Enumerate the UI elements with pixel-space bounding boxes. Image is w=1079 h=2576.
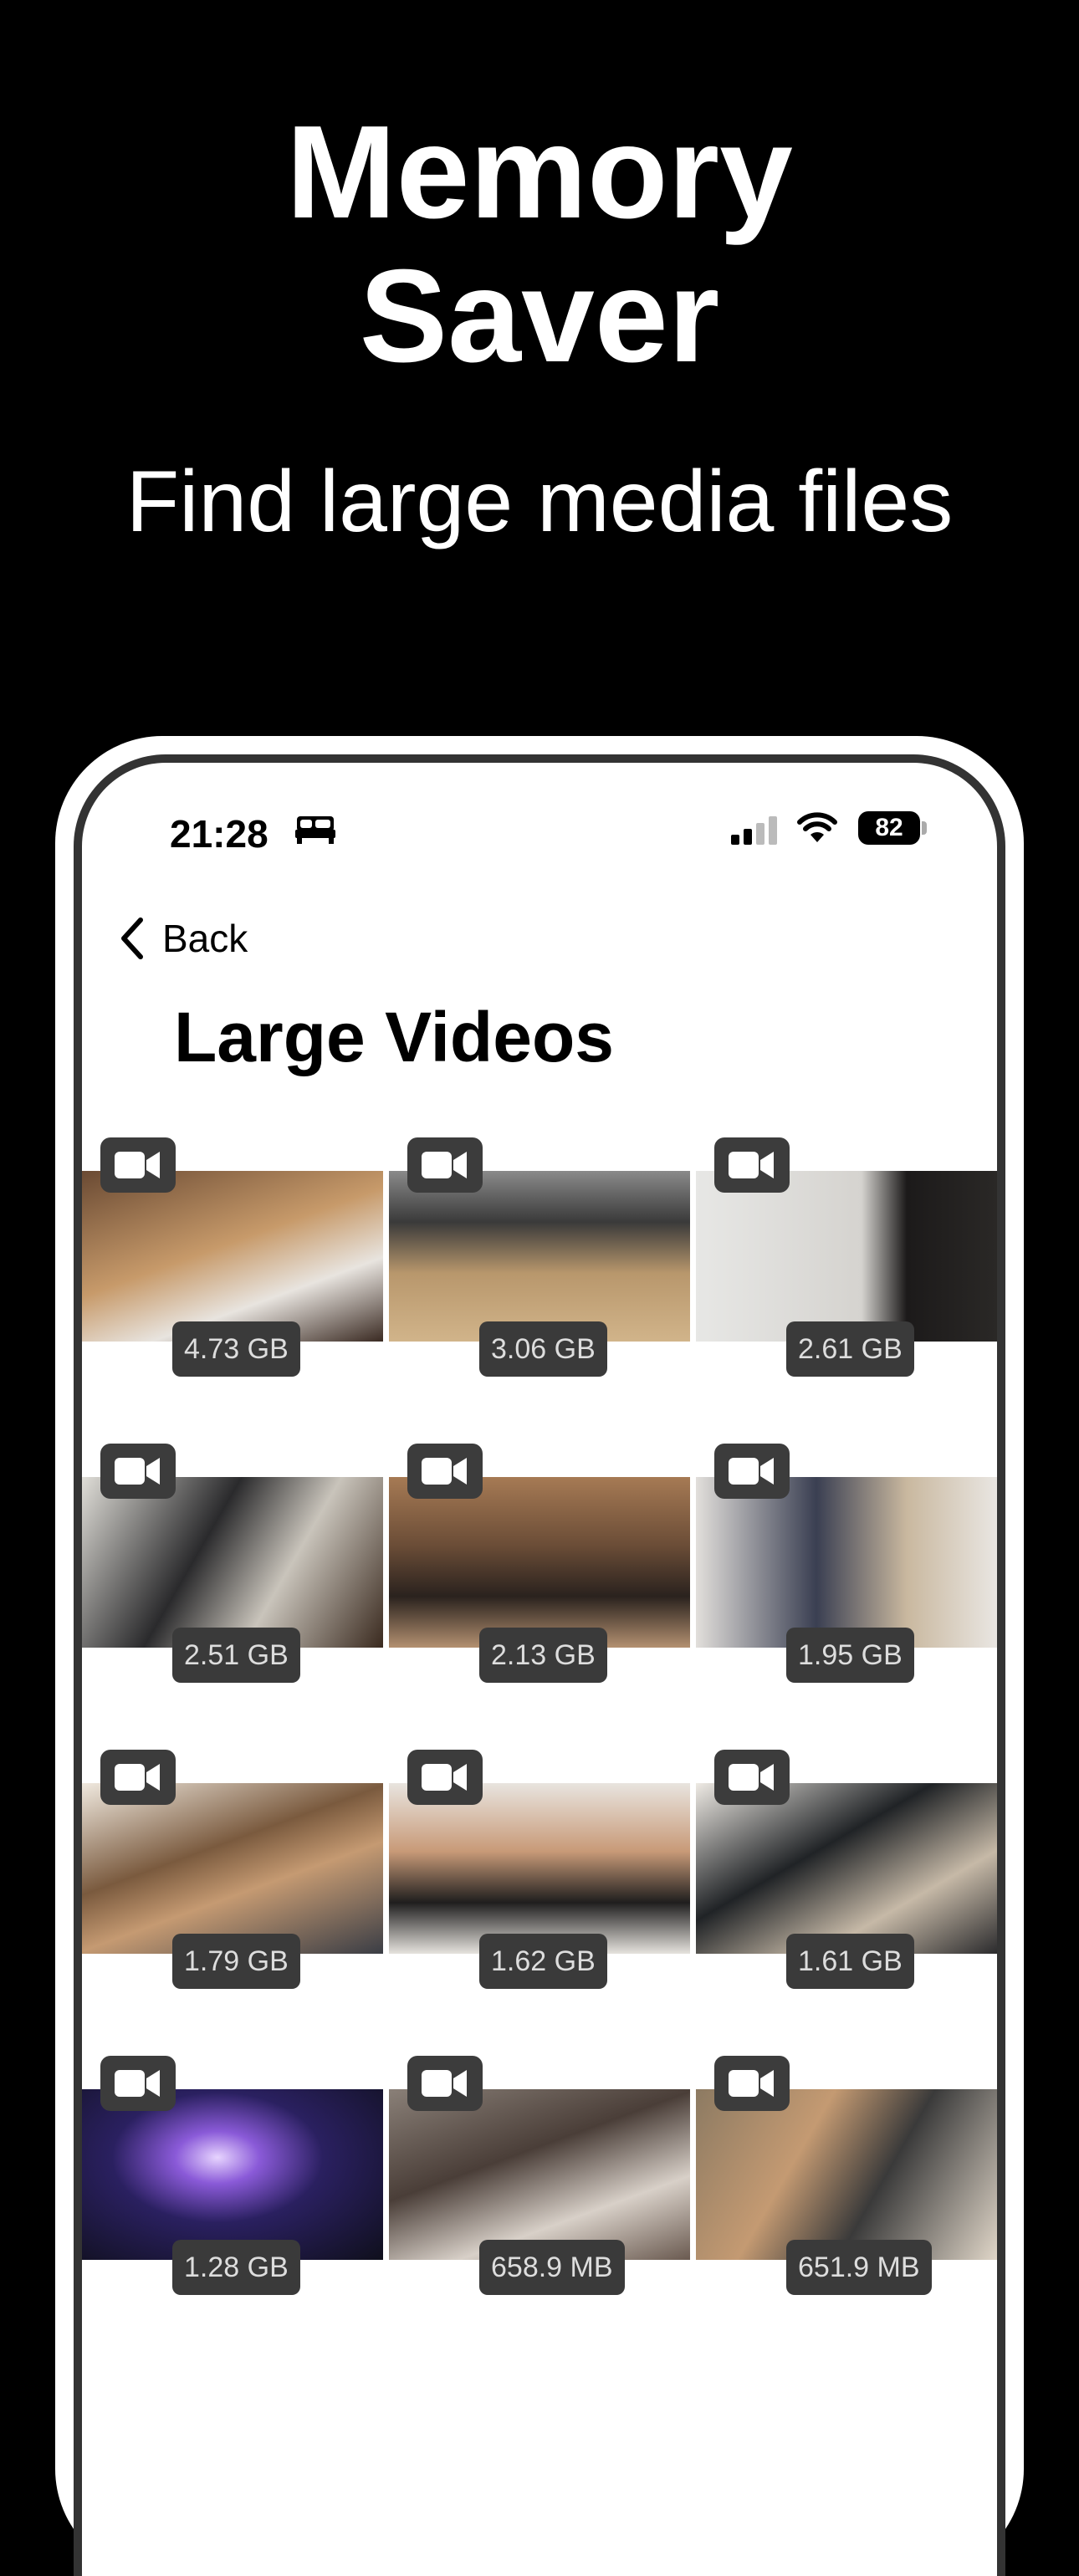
file-size-badge: 2.61 GB [786,1321,914,1377]
back-button[interactable]: Back [119,909,248,968]
video-thumbnail [389,2089,690,2260]
video-tile[interactable]: 651.9 MB [696,2056,997,2357]
file-size-badge: 3.06 GB [479,1321,607,1377]
page-title: Large Videos [174,998,614,1076]
video-thumbnail [696,1783,997,1954]
phone-screen: 21:28 82 Back Large Videos 4.73 GB 3.06 … [74,754,1005,2576]
video-camera-icon [100,1444,176,1499]
status-bar: 21:28 82 [82,763,997,856]
signal-icon [731,816,778,849]
video-camera-icon [100,1750,176,1805]
video-tile[interactable]: 1.62 GB [389,1750,690,2051]
video-thumbnail [82,2089,383,2260]
video-tile[interactable]: 4.73 GB [82,1137,383,1439]
video-thumbnail [389,1783,690,1954]
file-size-badge: 1.62 GB [479,1934,607,1989]
video-tile[interactable]: 1.61 GB [696,1750,997,2051]
video-camera-icon [407,1444,483,1499]
video-tile[interactable]: 3.06 GB [389,1137,690,1439]
video-camera-icon [100,2056,176,2111]
file-size-badge: 2.13 GB [479,1628,607,1683]
hero-title-line-1: Memory [286,99,793,246]
file-size-badge: 2.51 GB [172,1628,300,1683]
video-tile[interactable]: 2.61 GB [696,1137,997,1439]
chevron-left-icon [121,917,143,959]
video-thumbnail [696,1171,997,1342]
back-label: Back [162,917,248,960]
file-size-badge: 4.73 GB [172,1321,300,1377]
video-tile[interactable]: 2.13 GB [389,1444,690,1745]
video-thumbnail [82,1171,383,1342]
hero-title: Memory Saver [0,100,1079,388]
video-tile[interactable]: 658.9 MB [389,2056,690,2357]
video-thumbnail [82,1783,383,1954]
battery-cap [922,821,927,835]
video-tile[interactable]: 1.79 GB [82,1750,383,2051]
video-camera-icon [407,2056,483,2111]
file-size-badge: 1.79 GB [172,1934,300,1989]
video-camera-icon [714,1137,790,1193]
hero-subtitle: Find large media files [125,453,954,550]
video-thumbnail [389,1477,690,1648]
video-thumbnail [389,1171,690,1342]
status-time: 21:28 [170,812,268,856]
file-size-badge: 651.9 MB [786,2240,932,2295]
video-thumbnail [696,2089,997,2260]
battery-icon: 82 [858,811,920,845]
video-camera-icon [100,1137,176,1193]
bed-icon [295,813,335,849]
video-tile[interactable]: 1.95 GB [696,1444,997,1745]
video-thumbnail [82,1477,383,1648]
file-size-badge: 658.9 MB [479,2240,625,2295]
file-size-badge: 1.28 GB [172,2240,300,2295]
phone-frame: 21:28 82 Back Large Videos 4.73 GB 3.06 … [55,736,1024,2576]
file-size-badge: 1.95 GB [786,1628,914,1683]
video-camera-icon [407,1750,483,1805]
video-camera-icon [714,1750,790,1805]
video-tile[interactable]: 2.51 GB [82,1444,383,1745]
video-camera-icon [407,1137,483,1193]
video-thumbnail [696,1477,997,1648]
video-camera-icon [714,2056,790,2111]
file-size-badge: 1.61 GB [786,1934,914,1989]
wifi-icon [796,810,838,848]
hero-title-line-2: Saver [359,243,720,390]
video-camera-icon [714,1444,790,1499]
video-tile[interactable]: 1.28 GB [82,2056,383,2357]
